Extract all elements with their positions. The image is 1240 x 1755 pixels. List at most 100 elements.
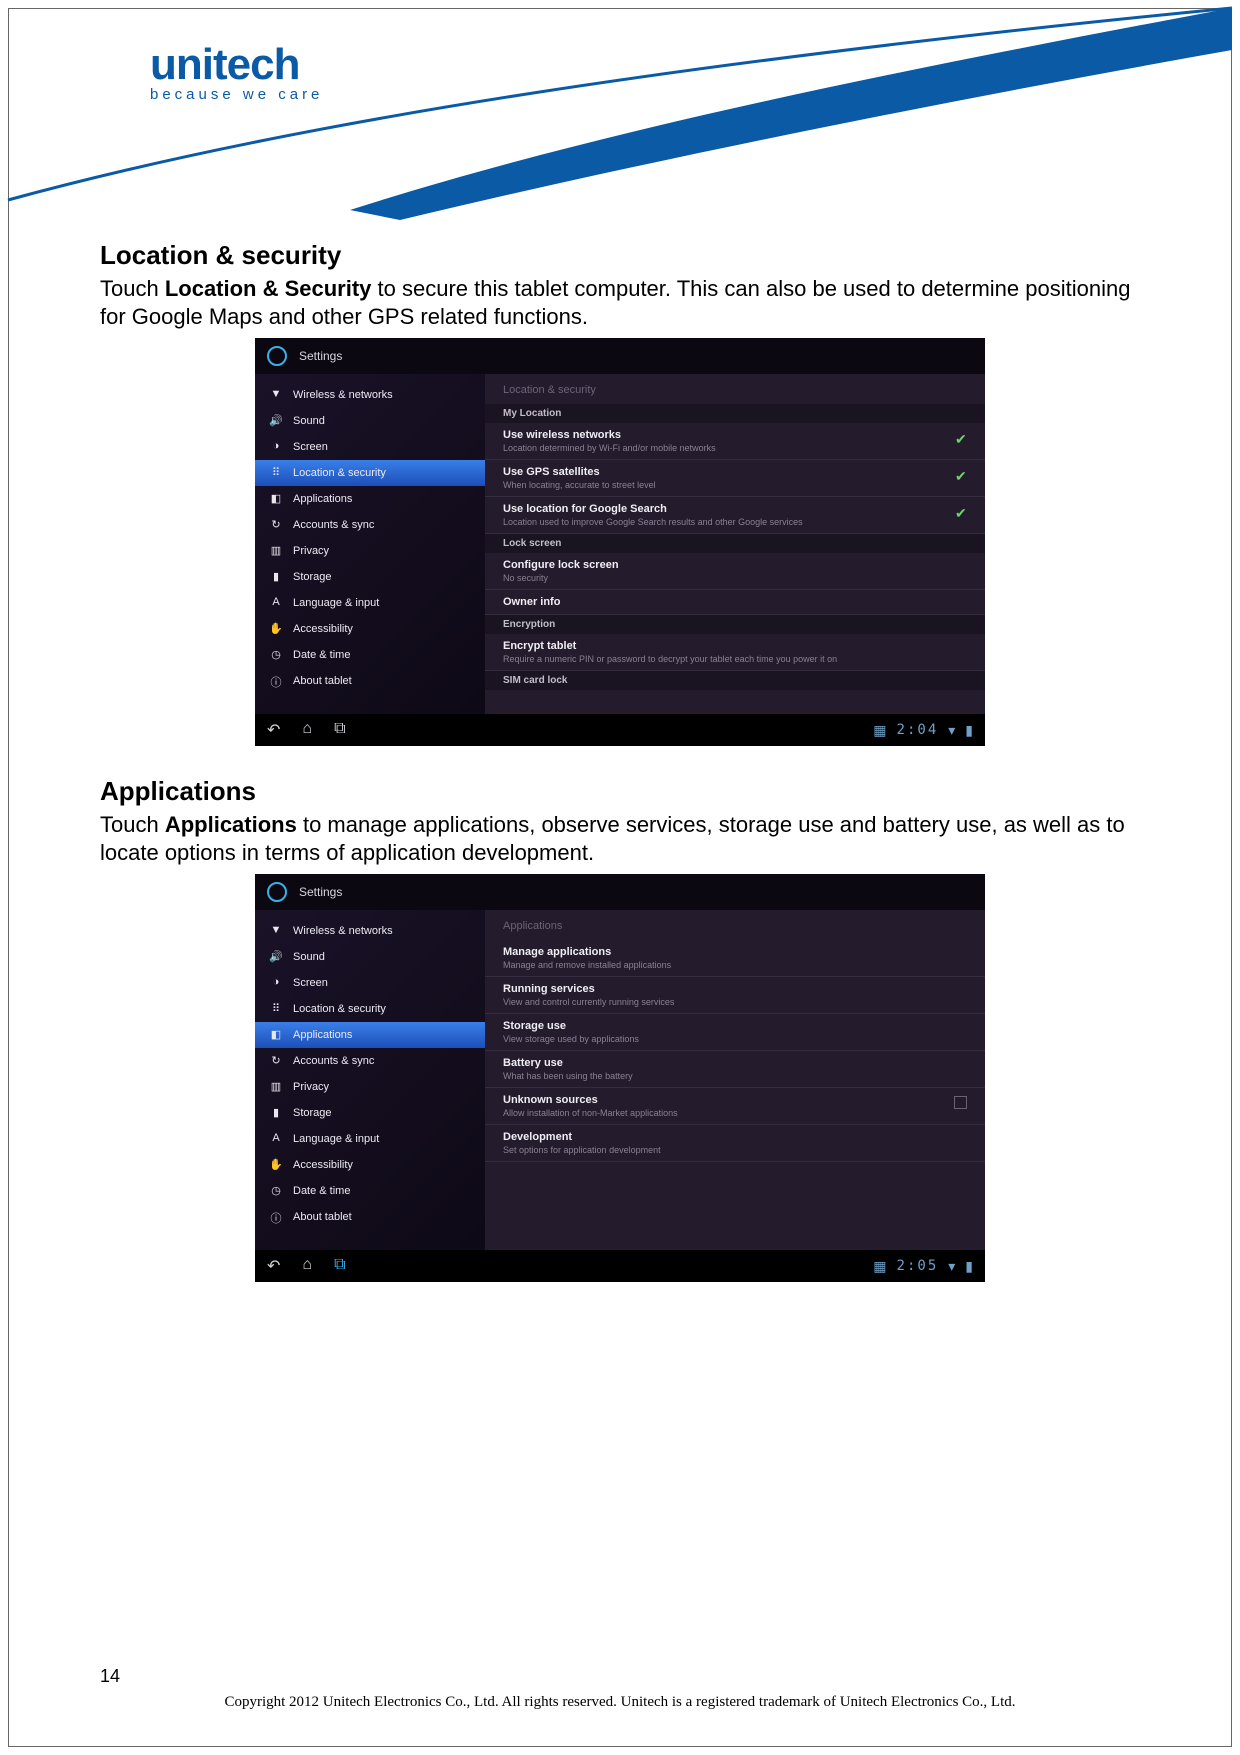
sidebar-item-accessibility[interactable]: ✋Accessibility [255,616,485,642]
sound-icon: 🔊 [269,414,283,428]
clock-time: 2:04 [897,722,939,738]
group-my-location: My Location [485,404,985,423]
clock-time: 2:05 [897,1258,939,1274]
accessibility-icon: ✋ [269,1158,283,1172]
row-storage-use[interactable]: Storage useView storage used by applicat… [485,1014,985,1051]
battery-icon: ▮ [965,722,973,739]
settings-gear-icon [267,346,287,366]
section-apps-title: Applications [100,776,1140,807]
logo: unitech because we care [150,40,323,103]
row-use-location-google-search[interactable]: Use location for Google SearchLocation u… [485,497,985,534]
screen-icon: ◑ [269,976,283,990]
sound-icon: 🔊 [269,950,283,964]
language-icon: A [269,596,283,610]
section-loc-title: Location & security [100,240,1140,271]
settings-panel: Location & security My Location Use wire… [485,374,985,714]
wifi-status-icon: ▾ [948,722,955,739]
sidebar-item-wireless[interactable]: ▼Wireless & networks [255,918,485,944]
copyright-footer: Copyright 2012 Unitech Electronics Co., … [0,1694,1240,1711]
sidebar-item-privacy[interactable]: ▥Privacy [255,538,485,564]
content-area: Location & security Touch Location & Sec… [100,240,1140,1312]
panel-title: Location & security [485,374,985,404]
wifi-icon: ▼ [269,388,283,402]
screenshot-location-security: Settings ▼Wireless & networks 🔊Sound ◑Sc… [255,338,985,746]
section-apps-body: Touch Applications to manage application… [100,811,1140,866]
settings-panel: Applications Manage applicationsManage a… [485,910,985,1250]
sidebar-item-about-tablet[interactable]: ⓘAbout tablet [255,1204,485,1230]
page-number: 14 [100,1666,120,1687]
panel-title: Applications [485,910,985,940]
row-unknown-sources[interactable]: Unknown sourcesAllow installation of non… [485,1088,985,1125]
row-manage-applications[interactable]: Manage applicationsManage and remove ins… [485,940,985,977]
settings-label: Settings [299,349,342,363]
storage-icon: ▮ [269,1106,283,1120]
privacy-icon: ▥ [269,544,283,558]
sidebar-item-date-time[interactable]: ◷Date & time [255,642,485,668]
row-running-services[interactable]: Running servicesView and control current… [485,977,985,1014]
row-configure-lock-screen[interactable]: Configure lock screenNo security [485,553,985,590]
sidebar-item-accessibility[interactable]: ✋Accessibility [255,1152,485,1178]
sidebar-item-about-tablet[interactable]: ⓘAbout tablet [255,668,485,694]
row-use-wireless-networks[interactable]: Use wireless networksLocation determined… [485,423,985,460]
screenshot-applications: Settings ▼Wireless & networks 🔊Sound ◑Sc… [255,874,985,1282]
sidebar-item-privacy[interactable]: ▥Privacy [255,1074,485,1100]
check-icon: ✔ [955,505,967,517]
sidebar-item-accounts-sync[interactable]: ↻Accounts & sync [255,512,485,538]
system-navbar: ↶ ⌂ ⧉ ▦ 2:05 ▾ ▮ [255,1250,985,1282]
screen-icon: ◑ [269,440,283,454]
recent-apps-icon[interactable]: ⧉ [334,720,345,740]
checkbox-icon[interactable] [954,1096,967,1109]
section-loc-body: Touch Location & Security to secure this… [100,275,1140,330]
sidebar-item-date-time[interactable]: ◷Date & time [255,1178,485,1204]
logo-tagline: because we care [150,86,323,103]
sidebar-item-location-security[interactable]: ⠿Location & security [255,996,485,1022]
settings-label: Settings [299,885,342,899]
home-icon[interactable]: ⌂ [302,1256,312,1276]
row-battery-use[interactable]: Battery useWhat has been using the batte… [485,1051,985,1088]
back-icon[interactable]: ↶ [267,720,280,740]
language-icon: A [269,1132,283,1146]
home-icon[interactable]: ⌂ [302,720,312,740]
row-development[interactable]: DevelopmentSet options for application d… [485,1125,985,1162]
notification-icon[interactable]: ▦ [873,722,886,739]
info-icon: ⓘ [269,1210,283,1224]
storage-icon: ▮ [269,570,283,584]
sidebar-item-storage[interactable]: ▮Storage [255,1100,485,1126]
back-icon[interactable]: ↶ [267,1256,280,1276]
group-sim-card-lock: SIM card lock [485,671,985,690]
info-icon: ⓘ [269,674,283,688]
notification-icon[interactable]: ▦ [873,1258,886,1275]
sidebar-item-applications[interactable]: ◧Applications [255,1022,485,1048]
row-use-gps-satellites[interactable]: Use GPS satellitesWhen locating, accurat… [485,460,985,497]
system-navbar: ↶ ⌂ ⧉ ▦ 2:04 ▾ ▮ [255,714,985,746]
sidebar-item-language-input[interactable]: ALanguage & input [255,590,485,616]
sync-icon: ↻ [269,1054,283,1068]
sidebar-item-screen[interactable]: ◑Screen [255,434,485,460]
location-icon: ⠿ [269,1002,283,1016]
recent-apps-icon[interactable]: ⧉ [334,1256,345,1276]
apps-icon: ◧ [269,1028,283,1042]
settings-sidebar: ▼Wireless & networks 🔊Sound ◑Screen ⠿Loc… [255,374,485,714]
settings-gear-icon [267,882,287,902]
screenshot-titlebar: Settings [255,874,985,910]
sidebar-item-applications[interactable]: ◧Applications [255,486,485,512]
sidebar-item-wireless[interactable]: ▼Wireless & networks [255,382,485,408]
logo-brand: unitech [150,40,323,90]
sidebar-item-accounts-sync[interactable]: ↻Accounts & sync [255,1048,485,1074]
wifi-status-icon: ▾ [948,1258,955,1275]
settings-sidebar: ▼Wireless & networks 🔊Sound ◑Screen ⠿Loc… [255,910,485,1250]
sidebar-item-screen[interactable]: ◑Screen [255,970,485,996]
sidebar-item-language-input[interactable]: ALanguage & input [255,1126,485,1152]
row-encrypt-tablet[interactable]: Encrypt tabletRequire a numeric PIN or p… [485,634,985,671]
row-owner-info[interactable]: Owner info [485,590,985,615]
check-icon: ✔ [955,431,967,443]
group-encryption: Encryption [485,615,985,634]
sidebar-item-sound[interactable]: 🔊Sound [255,408,485,434]
check-icon: ✔ [955,468,967,480]
sidebar-item-sound[interactable]: 🔊Sound [255,944,485,970]
wifi-icon: ▼ [269,924,283,938]
battery-icon: ▮ [965,1258,973,1275]
sidebar-item-storage[interactable]: ▮Storage [255,564,485,590]
sidebar-item-location-security[interactable]: ⠿Location & security [255,460,485,486]
sync-icon: ↻ [269,518,283,532]
